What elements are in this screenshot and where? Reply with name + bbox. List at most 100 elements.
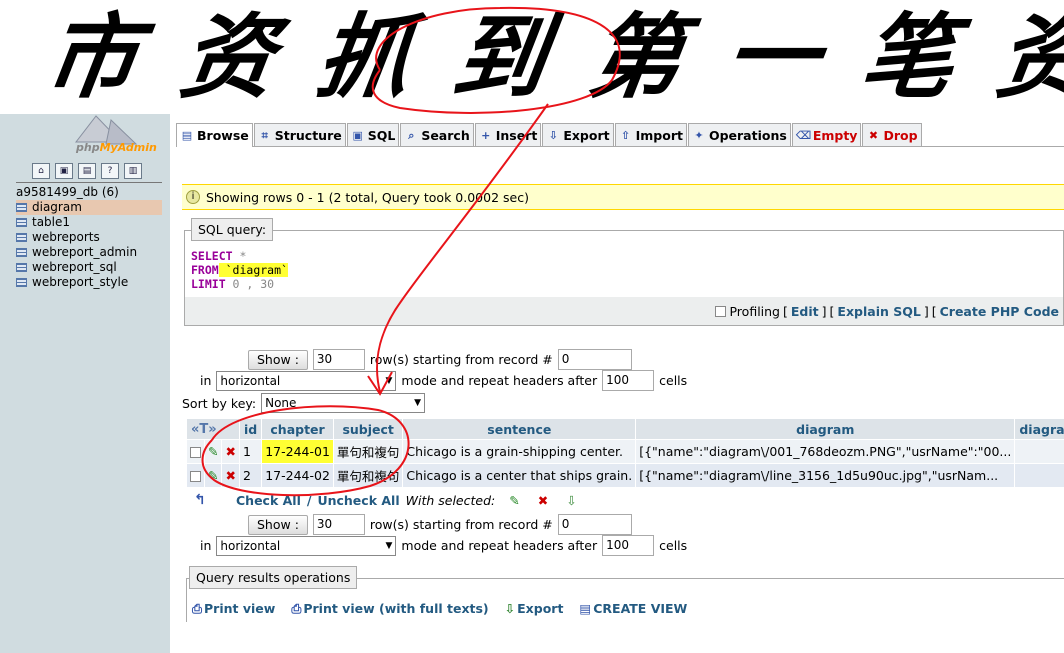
column-header-diagram-xml[interactable]: diagram_xml <box>1015 419 1064 439</box>
tab-browse[interactable]: ▤ Browse <box>176 123 253 147</box>
home-icon[interactable]: ⌂ <box>32 163 50 179</box>
structure-icon: ⌗ <box>261 128 268 142</box>
export-icon[interactable]: ⇩ <box>566 493 576 508</box>
tab-drop[interactable]: ✖ Drop <box>862 123 922 146</box>
database-name[interactable]: a9581499_db (6) <box>16 185 119 199</box>
print-view-full-label: Print view (with full texts) <box>303 601 489 616</box>
repeat-headers-input[interactable]: 100 <box>602 535 655 556</box>
profiling-checkbox[interactable] <box>715 305 727 317</box>
display-mode-select[interactable]: horizontal ▼ <box>216 535 397 556</box>
table-icon <box>16 233 27 242</box>
print-view-full-link[interactable]: ⎙ Print view (with full texts) <box>291 601 488 617</box>
column-toggle-arrows-icon[interactable]: «T» <box>187 419 239 439</box>
handwritten-note: 市 资 抓 到 第 一 笔 资 料 <box>38 3 1064 111</box>
column-header-chapter[interactable]: chapter <box>262 419 333 439</box>
phpmyadmin-logo[interactable]: phpMyAdmin <box>36 114 157 158</box>
delete-cell: ✖ <box>222 440 239 463</box>
sql-query-legend: SQL query: <box>191 218 274 241</box>
sort-by-key-select[interactable]: None ▼ <box>261 393 426 413</box>
help-icon[interactable]: ? <box>101 163 119 179</box>
explain-sql-link[interactable]: Explain SQL <box>837 304 920 319</box>
rows-count-input[interactable]: 30 <box>312 349 365 370</box>
tab-label: Drop <box>883 127 918 143</box>
rows-count-input[interactable]: 30 <box>312 514 365 535</box>
column-header-subject[interactable]: subject <box>333 419 403 439</box>
sidebar-item-table1[interactable]: table1 <box>16 215 162 230</box>
row-checkbox[interactable] <box>190 471 201 482</box>
pencil-icon[interactable]: ✎ <box>509 493 519 508</box>
sidebar-item-webreport-admin[interactable]: webreport_admin <box>16 245 162 260</box>
create-php-code-link[interactable]: Create PHP Code <box>940 304 1059 319</box>
export-icon: ⇩ <box>504 601 516 616</box>
handwriting-banner: 市 资 抓 到 第 一 笔 资 料 <box>0 0 1064 118</box>
export-link[interactable]: ⇩ Export <box>505 601 564 617</box>
cell-diagram: [{"name":"diagram\/line_3156_1d5u90uc.jp… <box>636 464 1015 487</box>
edit-link[interactable]: Edit <box>791 304 819 319</box>
chevron-down-icon: ▼ <box>385 375 393 386</box>
tab-label: Import <box>635 127 683 143</box>
column-header-diagram[interactable]: diagram <box>636 419 1015 439</box>
uncheck-all-link[interactable]: Uncheck All <box>317 493 399 508</box>
sidebar-item-diagram[interactable]: diagram <box>16 200 162 215</box>
sql-icon[interactable]: ▤ <box>78 163 96 179</box>
tab-empty[interactable]: ⌫ Empty <box>791 123 862 146</box>
table-row: ✎ ✖ 2 17-244-02 單句和複句 Chicago is a cente… <box>187 464 1064 487</box>
show-button[interactable]: Show : <box>248 514 308 535</box>
tab-operations[interactable]: ✦ Operations <box>687 123 791 146</box>
delete-icon[interactable]: ✖ <box>225 444 235 459</box>
query-results-links: ⎙ Print view ⎙ Print view (with full texts… <box>192 601 687 617</box>
tab-sql[interactable]: ▣ SQL <box>346 123 400 146</box>
sql-icon: ▣ <box>352 128 363 142</box>
export-icon: ⇩ <box>548 128 558 142</box>
display-mode-row-top: in horizontal ▼ mode and repeat headers a… <box>200 370 687 391</box>
print-view-link[interactable]: ⎙ Print view <box>192 601 275 617</box>
tab-label: Operations <box>708 127 787 143</box>
tab-structure[interactable]: ⌗ Structure <box>253 123 346 146</box>
in-label: in <box>200 373 212 388</box>
tab-label: Export <box>563 127 610 143</box>
tab-export[interactable]: ⇩ Export <box>542 123 614 146</box>
column-header-sentence[interactable]: sentence <box>403 419 636 439</box>
sidebar-item-webreport-sql[interactable]: webreport_sql <box>16 260 162 275</box>
operations-icon: ✦ <box>694 128 704 142</box>
show-button[interactable]: Show : <box>248 349 308 370</box>
cells-label: cells <box>659 538 688 553</box>
table-icon <box>16 203 27 212</box>
results-table: «T» id chapter subject sentence diagram … <box>186 418 1064 488</box>
row-checkbox[interactable] <box>190 447 201 458</box>
query-results-operations: Query results operations ⎙ Print view ⎙ Pr… <box>186 566 1064 622</box>
check-all-link[interactable]: Check All <box>236 493 301 508</box>
tab-label: SQL <box>367 127 396 143</box>
tab-import[interactable]: ⇧ Import <box>614 123 687 146</box>
success-notice: i Showing rows 0 - 1 (2 total, Query too… <box>182 184 1064 210</box>
sidebar-item-webreports[interactable]: webreports <box>16 230 162 245</box>
view-icon: ▤ <box>579 601 592 616</box>
tab-search[interactable]: ⌕ Search <box>400 123 474 146</box>
docs-icon[interactable]: ▥ <box>124 163 142 179</box>
start-record-input[interactable]: 0 <box>557 514 632 535</box>
create-view-label: CREATE VIEW <box>593 601 688 616</box>
tab-bar: ▤ Browse ⌗ Structure ▣ SQL ⌕ Search + Insert … <box>176 123 1064 147</box>
info-icon: i <box>186 190 200 204</box>
column-header-id[interactable]: id <box>239 419 262 439</box>
sidebar-item-webreport-style[interactable]: webreport_style <box>16 275 162 290</box>
table-icon <box>16 248 27 257</box>
show-rows-row-bottom: Show : 30 row(s) starting from record # … <box>248 514 632 535</box>
separator: / <box>306 492 312 508</box>
print-view-label: Print view <box>204 601 276 616</box>
lock-icon[interactable]: ▣ <box>55 163 73 179</box>
pencil-icon[interactable]: ✎ <box>208 444 218 459</box>
display-mode-select[interactable]: horizontal ▼ <box>216 370 397 391</box>
sort-key-value: None <box>265 396 297 410</box>
delete-icon[interactable]: ✖ <box>538 493 548 508</box>
create-view-link[interactable]: ▤ CREATE VIEW <box>579 601 687 617</box>
start-record-input[interactable]: 0 <box>557 349 632 370</box>
pencil-icon[interactable]: ✎ <box>208 468 218 483</box>
repeat-headers-input[interactable]: 100 <box>602 370 655 391</box>
profiling-label: Profiling <box>729 303 780 319</box>
browse-icon: ▤ <box>181 129 193 142</box>
cell-sentence: Chicago is a center that ships grain. <box>403 464 636 487</box>
sidebar-item-label: table1 <box>32 215 71 229</box>
delete-icon[interactable]: ✖ <box>225 468 235 483</box>
tab-insert[interactable]: + Insert <box>474 123 542 146</box>
